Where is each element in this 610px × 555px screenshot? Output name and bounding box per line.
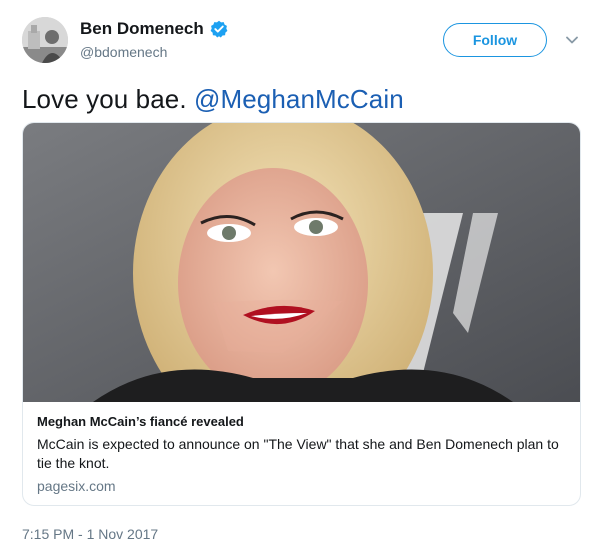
tweet-menu-button[interactable] bbox=[562, 30, 582, 50]
user-avatar-icon bbox=[22, 17, 68, 63]
avatar[interactable] bbox=[22, 17, 68, 63]
tweet-timestamp[interactable]: 7:15 PM - 1 Nov 2017 bbox=[22, 526, 158, 542]
card-image bbox=[23, 123, 580, 402]
chevron-down-icon bbox=[566, 36, 578, 44]
card-domain: pagesix.com bbox=[37, 478, 116, 494]
verified-badge-icon bbox=[210, 20, 228, 38]
tweet-text: Love you bae. @MeghanMcCain bbox=[22, 84, 404, 115]
link-card[interactable]: Meghan McCain’s fiancé revealed McCain i… bbox=[22, 122, 581, 506]
user-handle[interactable]: @bdomenech bbox=[80, 44, 167, 60]
author-name-line[interactable]: Ben Domenech bbox=[80, 19, 228, 39]
mention-link[interactable]: @MeghanMcCain bbox=[194, 84, 404, 114]
display-name[interactable]: Ben Domenech bbox=[80, 19, 204, 39]
tweet-body: Love you bae. bbox=[22, 84, 194, 114]
follow-button[interactable]: Follow bbox=[443, 23, 547, 57]
card-body: Meghan McCain’s fiancé revealed McCain i… bbox=[23, 402, 580, 505]
card-title: Meghan McCain’s fiancé revealed bbox=[37, 414, 244, 429]
card-description: McCain is expected to announce on "The V… bbox=[37, 436, 559, 471]
